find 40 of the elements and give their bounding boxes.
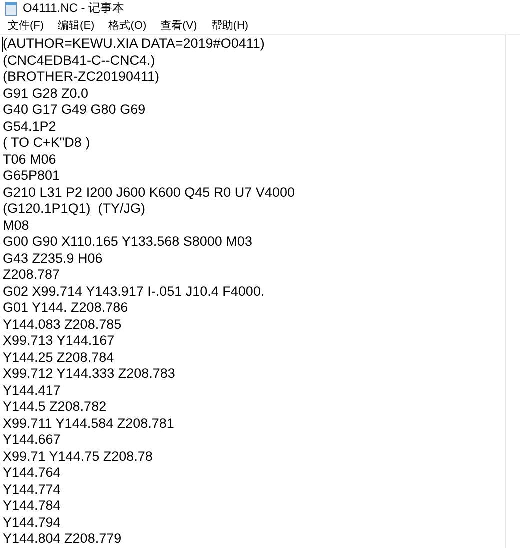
code-line: (BROTHER-ZC20190411) bbox=[3, 69, 160, 86]
code-line: Y144.5 Z208.782 bbox=[3, 399, 107, 416]
code-line: Z208.787 bbox=[3, 267, 60, 284]
code-line: Y144.667 bbox=[3, 432, 61, 448]
code-line: X99.71 Y144.75 Z208.78 bbox=[3, 448, 153, 465]
code-line: G54.1P2 bbox=[3, 118, 56, 135]
code-line: Y144.804 Z208.779 bbox=[3, 531, 122, 548]
code-line: G210 L31 P2 I200 J600 K600 Q45 R0 U7 V4000 bbox=[3, 184, 295, 201]
code-line: Y144.25 Z208.784 bbox=[3, 350, 114, 366]
code-line: G00 G90 X110.165 Y133.568 S8000 M03 bbox=[3, 234, 252, 250]
text-editor[interactable] bbox=[0, 35, 506, 548]
code-line: X99.713 Y144.167 bbox=[3, 333, 115, 350]
code-line: Y144.794 bbox=[3, 514, 61, 531]
code-line: Y144.417 bbox=[3, 382, 61, 399]
code-line: (CNC4EDB41-C--CNC4.) bbox=[3, 52, 156, 69]
code-line: T06 M06 bbox=[3, 152, 56, 168]
code-line: G01 Y144. Z208.786 bbox=[3, 300, 128, 316]
code-line: M08 bbox=[3, 218, 30, 234]
menu-item[interactable]: 编辑(E) bbox=[52, 18, 101, 33]
code-line: ( TO C+K"D8 ) bbox=[3, 135, 90, 152]
code-line: G40 G17 G49 G80 G69 bbox=[3, 102, 146, 118]
code-line: Y144.784 bbox=[3, 498, 61, 514]
code-line: X99.711 Y144.584 Z208.781 bbox=[3, 416, 174, 432]
code-line: (G120.1P1Q1) (TY/JG) bbox=[3, 201, 146, 218]
code-line: (AUTHOR=KEWU.XIA DATA=2019#O0411) bbox=[3, 36, 265, 52]
code-line: G02 X99.714 Y143.917 I-.051 J10.4 F4000. bbox=[3, 284, 265, 300]
code-line: X99.712 Y144.333 Z208.783 bbox=[3, 366, 176, 382]
menu-item[interactable]: 格式(O) bbox=[102, 18, 153, 33]
window-title: O4111.NC - 记事本 bbox=[23, 0, 125, 17]
code-line: G91 G28 Z0.0 bbox=[3, 86, 89, 102]
menu-item[interactable]: 文件(F) bbox=[2, 18, 50, 33]
menu-item[interactable]: 查看(V) bbox=[154, 18, 204, 33]
code-line: G65P801 bbox=[3, 168, 60, 184]
code-line: Y144.083 Z208.785 bbox=[3, 316, 122, 333]
menu-item[interactable]: 帮助(H) bbox=[205, 18, 255, 33]
code-line: G43 Z235.9 H06 bbox=[3, 250, 103, 267]
code-line: Y144.774 bbox=[3, 482, 61, 498]
notepad-icon bbox=[5, 2, 17, 16]
code-line: Y144.764 bbox=[3, 465, 61, 482]
text-cursor bbox=[2, 37, 3, 52]
